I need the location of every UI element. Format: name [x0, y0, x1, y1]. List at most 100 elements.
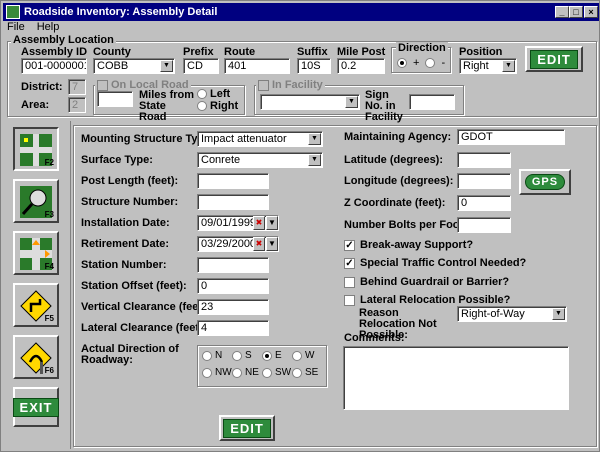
installation-value: 09/01/1999 — [201, 217, 257, 229]
direction-plus-label: + — [413, 57, 420, 69]
f6-button[interactable]: F6 — [13, 335, 59, 379]
right-radio[interactable] — [197, 101, 207, 111]
close-button[interactable]: × — [584, 6, 598, 18]
f2-button[interactable]: F2 — [13, 127, 59, 171]
vertical-clearance-field[interactable]: 23 — [197, 299, 269, 315]
left-radio[interactable] — [197, 89, 207, 99]
suffix-field[interactable]: 10S — [297, 58, 331, 74]
minimize-button[interactable]: _ — [555, 6, 569, 18]
on-local-road-checkbox[interactable] — [97, 79, 108, 91]
menu-help[interactable]: Help — [37, 21, 60, 35]
chevron-down-icon[interactable]: ▼ — [552, 308, 565, 320]
in-facility-label: In Facility — [272, 79, 323, 91]
direction-radio[interactable] — [202, 350, 212, 361]
position-select[interactable]: Right ▼ — [459, 58, 517, 74]
direction-radio[interactable] — [202, 367, 212, 378]
direction-option[interactable]: NE — [232, 367, 262, 378]
lateral-clearance-field[interactable]: 4 — [197, 320, 269, 336]
comments-field[interactable] — [343, 346, 569, 410]
direction-plus-radio[interactable] — [397, 58, 407, 68]
chevron-down-icon[interactable]: ▼ — [266, 237, 278, 251]
chevron-down-icon[interactable]: ▼ — [266, 216, 278, 230]
direction-radio[interactable] — [292, 367, 302, 378]
direction-radio[interactable] — [292, 350, 302, 361]
facility-select[interactable]: ▼ — [260, 94, 360, 110]
direction-radio[interactable] — [232, 367, 242, 378]
z-coordinate-field[interactable]: 0 — [457, 195, 511, 211]
guardrail-checkbox[interactable] — [344, 276, 355, 288]
route-field[interactable]: 401 — [224, 58, 290, 74]
direction-option[interactable]: SW — [262, 367, 292, 378]
menu-file[interactable]: File — [7, 21, 25, 35]
direction-option[interactable]: E — [262, 350, 292, 361]
installation-date-field[interactable]: 09/01/1999 ✖ ▼ — [197, 215, 279, 231]
relocation-label: Lateral Relocation Possible? — [360, 294, 511, 306]
direction-option[interactable]: NW — [202, 367, 232, 378]
position-value: Right — [463, 60, 489, 72]
in-facility-checkbox[interactable] — [258, 79, 269, 91]
direction-option-label: N — [215, 350, 223, 361]
mounting-select[interactable]: Impact attenuator ▼ — [197, 131, 323, 147]
direction-option-label: SE — [305, 367, 319, 378]
station-offset-field[interactable]: 0 — [197, 278, 269, 294]
f4-button[interactable]: F4 — [13, 231, 59, 275]
direction-option-label: E — [275, 350, 282, 361]
retirement-date-field[interactable]: 03/29/2000 ✖ ▼ — [197, 236, 279, 252]
window-title: Roadside Inventory: Assembly Detail — [24, 6, 218, 18]
milepost-field[interactable]: 0.2 — [337, 58, 385, 74]
assembly-id-field[interactable]: 001-000000118 — [21, 58, 87, 74]
miles-from-field[interactable] — [97, 91, 133, 107]
direction-option[interactable]: S — [232, 350, 262, 361]
direction-radio[interactable] — [262, 350, 272, 361]
menu-bar: File Help — [7, 21, 59, 35]
f5-button[interactable]: F5 — [13, 283, 59, 327]
chevron-down-icon[interactable]: ▼ — [308, 154, 321, 166]
reason-select[interactable]: Right-of-Way ▼ — [457, 306, 567, 322]
direction-option[interactable]: SE — [292, 367, 322, 378]
maximize-button[interactable]: □ — [569, 6, 583, 18]
f4-label: F4 — [44, 262, 54, 271]
clear-date-icon[interactable]: ✖ — [253, 237, 265, 251]
direction-option[interactable]: W — [292, 350, 322, 361]
relocation-checkbox[interactable] — [344, 294, 355, 306]
agency-field[interactable]: GDOT — [457, 129, 565, 145]
main-window: Roadside Inventory: Assembly Detail _ □ … — [0, 0, 600, 452]
station-number-field[interactable] — [197, 257, 269, 273]
exit-button[interactable]: EXIT — [12, 387, 60, 427]
station-number-label: Station Number: — [81, 259, 167, 271]
clear-date-icon[interactable]: ✖ — [253, 216, 265, 230]
breakaway-checkbox[interactable]: ✓ — [344, 239, 355, 251]
direction-option[interactable]: N — [202, 350, 232, 361]
direction-radio[interactable] — [262, 367, 272, 378]
direction-minus-label: - — [441, 57, 446, 69]
gps-button[interactable]: GPS — [519, 169, 571, 195]
district-field: 7 — [68, 79, 86, 95]
bolts-field[interactable] — [457, 217, 511, 233]
direction-grid: N S E W NW NE SW SE — [202, 350, 322, 378]
f3-button[interactable]: F3 — [13, 179, 59, 223]
lateral-clearance-label: Lateral Clearance (feet): — [81, 322, 207, 334]
chevron-down-icon[interactable]: ▼ — [160, 60, 173, 72]
direction-minus-radio[interactable] — [425, 58, 436, 68]
detail-edit-button[interactable]: EDIT — [219, 415, 275, 441]
post-length-field[interactable] — [197, 173, 269, 189]
structure-number-field[interactable] — [197, 194, 269, 210]
f2-label: F2 — [44, 158, 54, 167]
county-select[interactable]: COBB ▼ — [93, 58, 175, 74]
chevron-down-icon[interactable]: ▼ — [308, 133, 321, 145]
location-edit-button[interactable]: EDIT — [525, 46, 583, 72]
chevron-down-icon[interactable]: ▼ — [502, 60, 515, 72]
sign-no-field[interactable] — [409, 94, 455, 110]
surface-select[interactable]: Conrete ▼ — [197, 152, 323, 168]
district-label: District: — [21, 81, 63, 93]
latitude-field[interactable] — [457, 152, 511, 168]
f3-label: F3 — [44, 210, 54, 219]
prefix-label: Prefix — [183, 46, 214, 58]
chevron-down-icon[interactable]: ▼ — [345, 96, 358, 108]
milepost-label: Mile Post — [337, 46, 386, 58]
prefix-field[interactable]: CD — [183, 58, 219, 74]
direction-radio[interactable] — [232, 350, 242, 361]
longitude-field[interactable] — [457, 173, 511, 189]
direction-option-label: SW — [275, 367, 292, 378]
special-traffic-checkbox[interactable]: ✓ — [344, 257, 355, 269]
